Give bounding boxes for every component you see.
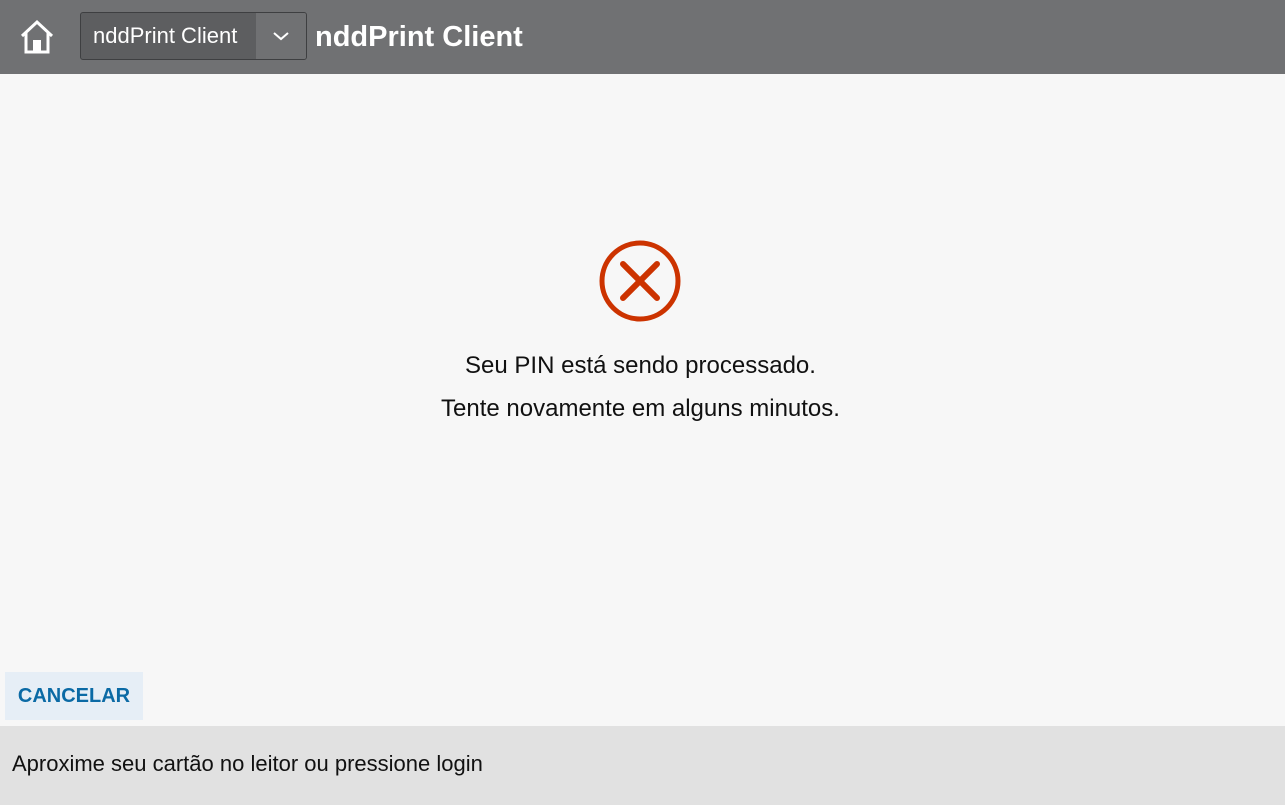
error-message-line-2: Tente novamente em alguns minutos.	[441, 395, 840, 422]
page-title: nddPrint Client	[315, 21, 523, 53]
app-select-dropdown[interactable]: nddPrint Client	[80, 12, 307, 60]
app-select-toggle[interactable]	[256, 13, 306, 59]
status-bar: Aproxime seu cartão no leitor ou pressio…	[0, 726, 1285, 805]
home-icon	[20, 19, 54, 54]
top-bar: nddPrint Client nddPrint Client	[0, 0, 1285, 74]
status-bar-text: Aproxime seu cartão no leitor ou pressio…	[12, 751, 483, 776]
chevron-down-icon	[273, 32, 289, 41]
app-select-value: nddPrint Client	[93, 23, 238, 48]
home-button[interactable]	[14, 14, 60, 60]
error-message-line-1: Seu PIN está sendo processado.	[465, 352, 816, 379]
error-x-circle-icon	[599, 240, 681, 322]
cancel-button[interactable]: CANCELAR	[5, 672, 143, 720]
